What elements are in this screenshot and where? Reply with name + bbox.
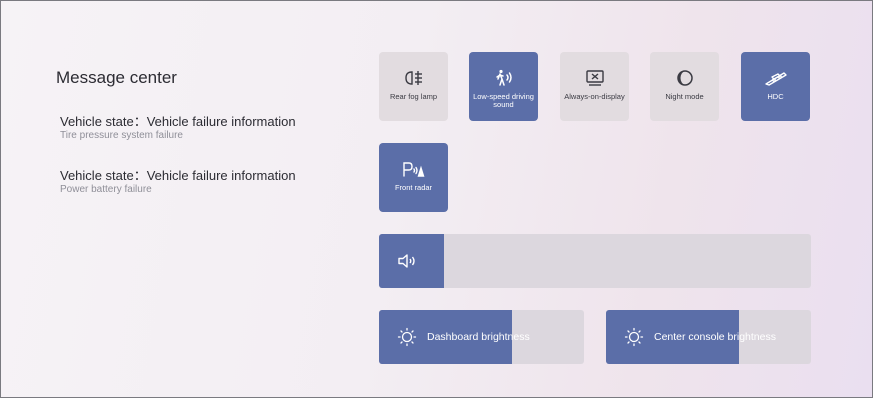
hill-descent-icon xyxy=(764,68,788,88)
tile-label: HDC xyxy=(767,92,784,101)
tile-label: Low-speed driving sound xyxy=(473,92,534,109)
center-console-brightness-label: Center console brightness xyxy=(654,331,776,343)
rear-fog-lamp-button[interactable]: Rear fog lamp xyxy=(379,52,448,121)
night-mode-button[interactable]: Night mode xyxy=(650,52,719,121)
dashboard-brightness-slider[interactable]: Dashboard brightness xyxy=(379,310,584,364)
volume-slider[interactable] xyxy=(379,234,811,288)
message-title: Vehicle state：Vehicle failure informatio… xyxy=(60,168,296,183)
message-title: Vehicle state：Vehicle failure informatio… xyxy=(60,114,296,129)
dashboard-brightness-label: Dashboard brightness xyxy=(427,331,530,343)
sun-icon xyxy=(624,310,644,364)
hdc-button[interactable]: HDC xyxy=(741,52,810,121)
tile-label: Always-on-display xyxy=(564,92,625,101)
message-detail: Tire pressure system failure xyxy=(60,130,183,141)
front-radar-icon xyxy=(401,159,427,179)
tile-label: Night mode xyxy=(665,92,704,101)
tile-label: Front radar xyxy=(394,183,433,192)
tile-label: Rear fog lamp xyxy=(389,92,438,101)
low-speed-driving-sound-button[interactable]: Low-speed driving sound xyxy=(469,52,538,121)
moon-icon xyxy=(676,68,694,88)
speaker-icon xyxy=(397,234,419,288)
message-center-title: Message center xyxy=(56,68,177,87)
sun-icon xyxy=(397,310,417,364)
center-console-brightness-slider[interactable]: Center console brightness xyxy=(606,310,811,364)
rear-fog-lamp-icon xyxy=(404,68,424,88)
front-radar-button[interactable]: Front radar xyxy=(379,143,448,212)
display-off-icon xyxy=(585,68,605,88)
screen: Message center Vehicle state：Vehicle fai… xyxy=(0,0,873,398)
pedestrian-sound-icon xyxy=(493,68,515,88)
always-on-display-button[interactable]: Always-on-display xyxy=(560,52,629,121)
message-detail: Power battery failure xyxy=(60,184,152,195)
